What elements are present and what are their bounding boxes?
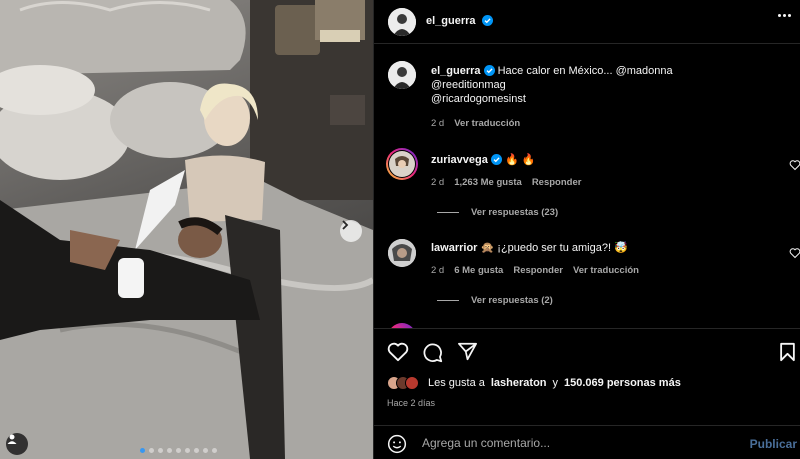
publish-button[interactable]: Publicar [750, 437, 797, 451]
caption-avatar-image [388, 61, 416, 89]
more-dot [788, 14, 791, 17]
comment-avatar-image [388, 239, 416, 267]
caption-translate-link[interactable]: Ver traducción [454, 118, 520, 129]
comment-1-likes[interactable]: 1,263 Me gusta [454, 177, 522, 188]
add-comment-bar: Publicar [374, 425, 800, 459]
carousel-dot[interactable] [140, 448, 145, 453]
caption-line-2[interactable]: @reeditionmag [431, 79, 506, 91]
caption-avatar[interactable] [388, 61, 416, 89]
comment-1-reply-button[interactable]: Responder [532, 177, 582, 188]
carousel-dot[interactable] [185, 448, 190, 453]
carousel-dot[interactable] [149, 448, 154, 453]
action-bar [374, 328, 800, 374]
carousel-dot[interactable] [167, 448, 172, 453]
like-avatars[interactable] [387, 376, 419, 390]
carousel-next-button[interactable] [340, 220, 362, 242]
comment-2-like-heart-icon[interactable] [789, 247, 800, 259]
carousel-dots [140, 448, 217, 453]
header-user: el_guerra [426, 15, 493, 27]
caption-text: el_guerra Hace calor en México... @madon… [431, 64, 761, 106]
comment-2-view-replies[interactable]: Ver respuestas (2) [437, 295, 553, 306]
share-icon[interactable] [457, 342, 478, 361]
like-avatar [405, 376, 419, 390]
post-details-panel: el_guerra el_guerra Hace calor en México… [373, 0, 800, 459]
author-avatar[interactable] [388, 8, 416, 36]
comment-1-meta: 2 d 1,263 Me gusta Responder [431, 177, 581, 188]
comment-1-username[interactable]: zuriavvega [431, 154, 488, 166]
caption-time[interactable]: 2 d [431, 118, 444, 129]
comment-2-reply-button[interactable]: Responder [513, 265, 563, 276]
author-avatar-image [388, 8, 416, 36]
likes-prefix: Les gusta a [428, 377, 485, 389]
carousel-dot[interactable] [176, 448, 181, 453]
more-options-button[interactable] [778, 14, 791, 17]
verified-badge-icon [481, 15, 493, 26]
comment-2-replies-label: Ver respuestas (2) [471, 295, 553, 306]
comment-2-time[interactable]: 2 d [431, 265, 444, 276]
post-photo[interactable] [0, 0, 373, 459]
likes-connector: y [552, 377, 559, 389]
more-horizontal-icon [778, 14, 781, 17]
comment-1-view-replies[interactable]: Ver respuestas (23) [437, 207, 558, 218]
caption-meta: 2 d Ver traducción [431, 118, 520, 129]
user-tag-button[interactable] [6, 433, 28, 455]
comments-section[interactable]: el_guerra Hace calor en México... @madon… [374, 44, 800, 328]
comment-2-likes[interactable]: 6 Me gusta [454, 265, 503, 276]
comment-1-body: 🔥 🔥 [504, 154, 536, 166]
comment-2-text: lawarrior 🙊 ¡¿puedo ser tu amiga?! 🤯 [431, 241, 628, 255]
header-username[interactable]: el_guerra [426, 15, 476, 27]
comment-2-username[interactable]: lawarrior [431, 242, 477, 254]
carousel-dot[interactable] [194, 448, 199, 453]
carousel-dot[interactable] [203, 448, 208, 453]
caption-line-3[interactable]: @ricardogomesinst [431, 93, 526, 105]
bookmark-icon[interactable] [779, 342, 796, 362]
likes-summary: Les gusta a lasheraton y 150.069 persona… [387, 376, 681, 390]
comment-1-like-heart-icon[interactable] [789, 159, 800, 171]
caption-username[interactable]: el_guerra [431, 65, 481, 77]
heart-icon[interactable] [387, 342, 409, 362]
verified-badge-icon [483, 65, 495, 76]
comment-2-body: 🙊 ¡¿puedo ser tu amiga?! 🤯 [480, 242, 628, 254]
comment-icon[interactable] [422, 342, 443, 363]
comment-1-replies-label: Ver respuestas (23) [471, 207, 559, 218]
carousel-dot[interactable] [212, 448, 217, 453]
post-header: el_guerra [374, 0, 800, 44]
user-tag-icon [7, 434, 17, 444]
carousel-dot[interactable] [158, 448, 163, 453]
replies-line [437, 300, 459, 301]
comment-2-translate-link[interactable]: Ver traducción [573, 265, 639, 276]
likes-count[interactable]: 150.069 personas más [564, 377, 681, 389]
comment-2-meta: 2 d 6 Me gusta Responder Ver traducción [431, 265, 639, 276]
comment-avatar-ring [388, 150, 416, 178]
comment-1-text: zuriavvega 🔥 🔥 [431, 153, 535, 167]
post-time[interactable]: Hace 2 días [387, 398, 435, 408]
photo-illustration [0, 0, 373, 459]
replies-line [437, 212, 459, 213]
comment-1-time[interactable]: 2 d [431, 177, 444, 188]
likes-user[interactable]: lasheraton [491, 377, 547, 389]
more-dot [783, 14, 786, 17]
comment-input[interactable] [422, 434, 722, 452]
comment-avatar-image [389, 151, 415, 177]
verified-badge-icon [490, 154, 502, 165]
caption-line-1: Hace calor en México... @madonna [497, 65, 673, 77]
comment-avatar-zuriavvega[interactable] [386, 148, 418, 180]
comment-avatar-lawarrior[interactable] [388, 239, 416, 267]
chevron-right-icon [342, 220, 349, 230]
emoji-icon[interactable] [387, 434, 407, 454]
